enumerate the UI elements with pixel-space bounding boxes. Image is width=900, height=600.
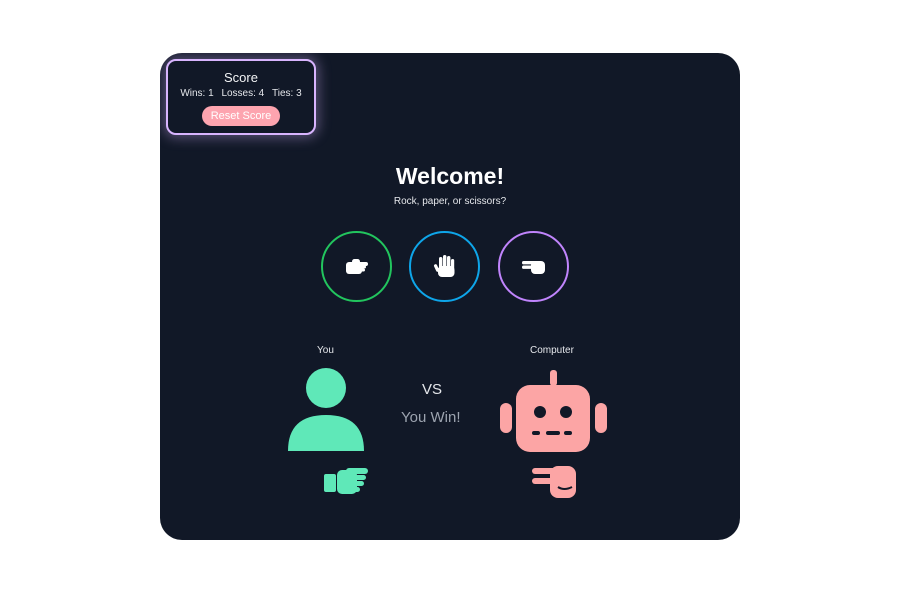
page-subtitle: Rock, paper, or scissors? xyxy=(393,196,507,207)
losses-count: Losses: 4 xyxy=(221,88,265,99)
robot-icon xyxy=(500,370,607,452)
result-text: You Win! xyxy=(401,409,461,426)
game-container: Score Wins: 1 Losses: 4 Ties: 3 Reset Sc… xyxy=(160,53,740,540)
computer-label: Computer xyxy=(530,345,574,356)
computer-scissors-icon xyxy=(532,466,576,498)
ties-count: Ties: 3 xyxy=(272,88,302,99)
score-title: Score xyxy=(224,70,258,85)
scissors-button[interactable] xyxy=(498,231,569,302)
score-card: Score Wins: 1 Losses: 4 Ties: 3 Reset Sc… xyxy=(166,59,316,135)
rock-button[interactable] xyxy=(321,231,392,302)
open-hand-icon xyxy=(433,254,454,277)
vs-label: VS xyxy=(422,381,443,398)
player-label: You xyxy=(317,345,334,356)
user-icon xyxy=(288,368,364,451)
page-title: Welcome! xyxy=(395,163,505,189)
paper-button[interactable] xyxy=(409,231,480,302)
reset-score-button[interactable]: Reset Score xyxy=(201,106,281,126)
score-stats: Wins: 1 Losses: 4 Ties: 3 xyxy=(168,88,314,99)
player-fist-icon xyxy=(324,468,368,494)
fist-icon xyxy=(345,258,368,274)
scissors-hand-icon xyxy=(521,260,545,274)
wins-count: Wins: 1 xyxy=(180,88,214,99)
